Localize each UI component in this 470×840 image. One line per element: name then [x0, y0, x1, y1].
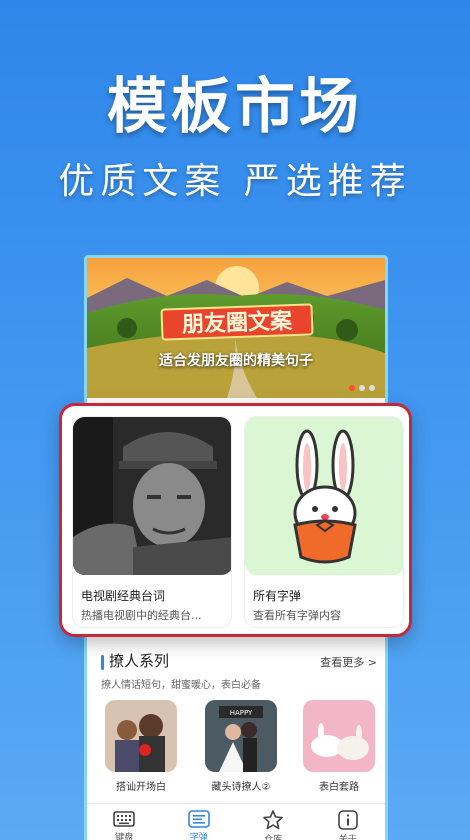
- card-tv-quotes[interactable]: 电视剧经典台词 热播电视剧中的经典台...: [72, 416, 232, 628]
- card-title: 所有字弹: [253, 589, 302, 603]
- tab-label: 仓库: [264, 835, 283, 840]
- section-title: 撩人系列: [109, 652, 170, 670]
- carousel-dot[interactable]: [369, 385, 375, 391]
- subline: 优质文案 严选推荐: [58, 161, 412, 202]
- template-label: 表白套路: [319, 782, 359, 793]
- section-accent-bar: [101, 655, 104, 670]
- soldier-photo-image: [73, 417, 231, 575]
- carousel-dot[interactable]: [359, 385, 365, 391]
- tab-label: 键盘: [115, 833, 134, 840]
- wedding-photo-image: HAPPY: [205, 700, 277, 772]
- tab-about[interactable]: 关于: [311, 804, 386, 840]
- tab-keyboard[interactable]: 键盘: [87, 804, 162, 840]
- card-description: 热播电视剧中的经典台...: [81, 609, 202, 622]
- section-description: 撩人情话短句，甜蜜暖心，表白必备: [101, 680, 261, 691]
- carousel-dot[interactable]: [349, 385, 355, 391]
- rabbits-photo-image: [303, 700, 375, 772]
- template-item[interactable]: HAPPY 藏头诗撩人②: [205, 700, 277, 793]
- couple-photo-image: [105, 700, 177, 772]
- tab-text-bullets[interactable]: 字弹: [162, 804, 237, 840]
- banner-carousel[interactable]: 朋友圈文案 适合发朋友圈的精美句子: [87, 258, 385, 398]
- carousel-indicator: [349, 385, 375, 391]
- tab-label: 关于: [338, 835, 357, 840]
- card-description: 查看所有字弹内容: [253, 609, 341, 622]
- section-header: 撩人系列 查看更多 >: [95, 650, 385, 674]
- highlighted-cards-popup: 电视剧经典台词 热播电视剧中的经典台... 所有字弹 查看所有字弹内容: [59, 403, 412, 637]
- text-bullet-icon: [187, 810, 210, 828]
- banner-subtitle: 适合发朋友圈的精美句子: [159, 353, 313, 369]
- headline: 模板市场: [107, 72, 363, 142]
- keyboard-icon: [113, 811, 136, 827]
- tab-warehouse[interactable]: 仓库: [236, 804, 311, 840]
- template-item[interactable]: 搭讪开场白: [105, 700, 177, 793]
- happy-sign: HAPPY: [230, 709, 253, 717]
- card-title: 电视剧经典台词: [81, 589, 166, 603]
- info-icon: [337, 810, 358, 830]
- bottom-tab-bar: 键盘 字弹 仓库 关于: [87, 803, 385, 840]
- tab-label: 字弹: [189, 833, 208, 840]
- see-more-link[interactable]: 查看更多 >: [320, 654, 377, 670]
- banner-title: 朋友圈文案: [160, 303, 314, 341]
- card-all-bullets[interactable]: 所有字弹 查看所有字弹内容: [244, 416, 404, 628]
- template-label: 藏头诗撩人②: [211, 782, 271, 793]
- template-label: 搭讪开场白: [116, 782, 166, 793]
- rabbit-mascot-image: [245, 417, 403, 575]
- template-item[interactable]: 表白套路: [303, 700, 375, 793]
- star-icon: [263, 810, 284, 830]
